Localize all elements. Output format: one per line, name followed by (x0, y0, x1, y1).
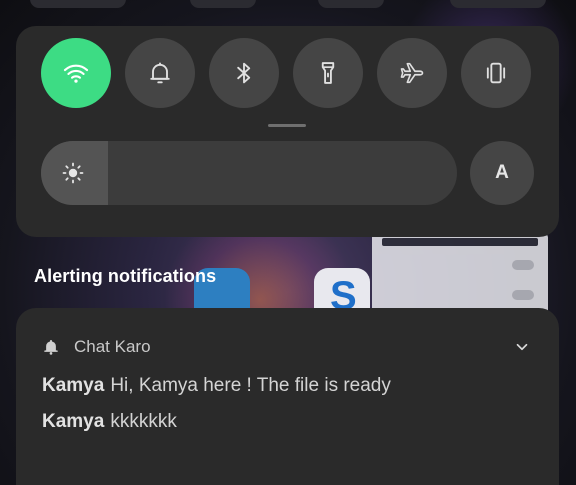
message-line: Kamya kkkkkkk (42, 411, 177, 433)
background-chip (190, 0, 256, 8)
bluetooth-tile[interactable] (209, 38, 279, 108)
vibrate-icon (486, 62, 506, 84)
message-text: Hi, Kamya here ! The file is ready (110, 375, 391, 396)
message-sender: Kamya (42, 375, 105, 396)
vibrate-tile[interactable] (461, 38, 531, 108)
airplane-mode-tile[interactable] (377, 38, 447, 108)
app-name: Chat Karo (74, 337, 151, 356)
chevron-down-icon[interactable] (513, 338, 531, 356)
auto-brightness-button[interactable]: A (470, 141, 534, 205)
notification-header: Chat Karo (42, 336, 151, 358)
bell-icon (44, 339, 58, 355)
wifi-icon (63, 64, 89, 83)
bell-icon (150, 62, 170, 84)
wifi-tile[interactable] (41, 38, 111, 108)
brightness-icon (62, 162, 84, 184)
auto-brightness-label: A (495, 162, 509, 183)
flashlight-icon (321, 62, 335, 84)
flashlight-tile[interactable] (293, 38, 363, 108)
message-line: Kamya Hi, Kamya here ! The file is ready (42, 375, 391, 397)
brightness-slider[interactable] (41, 141, 457, 205)
sound-tile[interactable] (125, 38, 195, 108)
message-sender: Kamya (42, 411, 105, 432)
panel-drag-handle[interactable] (268, 124, 306, 127)
bluetooth-icon (237, 62, 251, 84)
message-text: kkkkkkk (110, 411, 177, 432)
background-chip (450, 0, 546, 8)
section-title: Alerting notifications (34, 266, 217, 286)
background-chip (318, 0, 384, 8)
background-chip (30, 0, 126, 8)
notification-card[interactable]: Chat Karo Kamya Hi, Kamya here ! The file… (16, 308, 559, 485)
quick-settings-panel: A (16, 26, 559, 237)
airplane-icon (400, 62, 424, 84)
